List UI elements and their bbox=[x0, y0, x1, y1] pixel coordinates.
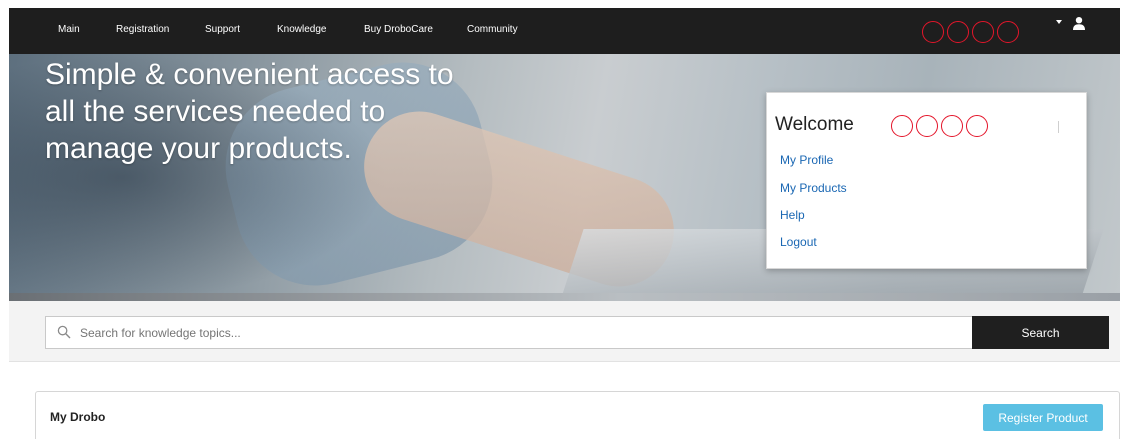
search-icon bbox=[57, 325, 71, 339]
redaction-circle bbox=[941, 115, 963, 137]
user-icon[interactable] bbox=[1072, 16, 1086, 30]
menu-link-my-products[interactable]: My Products bbox=[780, 181, 847, 195]
menu-link-help[interactable]: Help bbox=[780, 208, 805, 222]
my-drobo-title: My Drobo bbox=[50, 410, 106, 424]
redaction-circle bbox=[947, 21, 969, 43]
nav-item-community[interactable]: Community bbox=[467, 24, 518, 35]
redaction-circle bbox=[966, 115, 988, 137]
search-button[interactable]: Search bbox=[972, 316, 1109, 349]
top-navigation-bar: Main Registration Support Knowledge Buy … bbox=[9, 8, 1120, 54]
redaction-circle bbox=[997, 21, 1019, 43]
redaction-circle bbox=[891, 115, 913, 137]
nav-item-main[interactable]: Main bbox=[58, 24, 80, 35]
register-product-button[interactable]: Register Product bbox=[983, 404, 1103, 431]
nav-item-support[interactable]: Support bbox=[205, 24, 240, 35]
nav-item-knowledge[interactable]: Knowledge bbox=[277, 24, 326, 35]
menu-link-logout[interactable]: Logout bbox=[780, 235, 817, 249]
divider bbox=[1058, 121, 1059, 133]
welcome-title: Welcome bbox=[775, 114, 854, 135]
hero-photo-bottom-strip bbox=[9, 293, 1120, 301]
welcome-dropdown-menu: Welcome My Profile My Products Help Logo… bbox=[766, 92, 1087, 269]
redaction-circle bbox=[972, 21, 994, 43]
menu-link-my-profile[interactable]: My Profile bbox=[780, 153, 833, 167]
redaction-circle bbox=[916, 115, 938, 137]
caret-down-icon[interactable] bbox=[1056, 20, 1062, 24]
redaction-circle bbox=[922, 21, 944, 43]
search-input[interactable] bbox=[80, 317, 960, 348]
nav-item-registration[interactable]: Registration bbox=[116, 24, 169, 35]
nav-item-buy-drobocare[interactable]: Buy DroboCare bbox=[364, 24, 433, 35]
hero-headline: Simple & convenient access to all the se… bbox=[45, 58, 454, 165]
my-drobo-panel bbox=[35, 391, 1120, 439]
